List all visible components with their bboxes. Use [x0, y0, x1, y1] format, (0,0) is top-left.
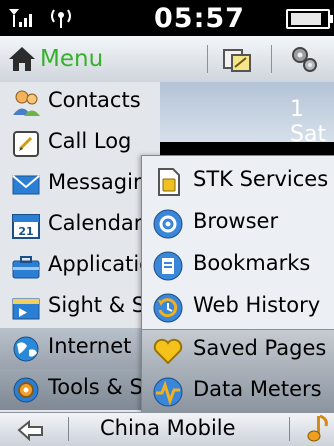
edit-icon[interactable] [222, 44, 252, 74]
menu-item-call-log[interactable]: Call Log [0, 123, 160, 164]
clock: 05:57 [154, 3, 245, 34]
menu-item-label: Tools & Settings [48, 375, 156, 399]
home-icon[interactable] [6, 44, 38, 74]
call-log-icon [13, 131, 39, 157]
submenu-item-browser[interactable]: Browser [142, 203, 334, 245]
submenu-item-label: Data Meters [193, 377, 322, 401]
data-meter-icon [153, 377, 183, 407]
antenna-icon [51, 9, 71, 28]
submenu-item-bookmarks[interactable]: Bookmarks [142, 245, 334, 287]
menu-item-label: Applications [48, 252, 156, 276]
globe-icon [13, 336, 39, 362]
media-icon [12, 298, 40, 320]
divider [289, 417, 290, 441]
music-icon[interactable] [304, 414, 330, 444]
main-menu: Contacts Call Log Messaging 21 Calendar … [0, 82, 160, 412]
menu-item-messaging[interactable]: Messaging [0, 164, 160, 205]
divider [207, 45, 208, 73]
signal-icon [9, 9, 32, 27]
date-label: 1 Sat [290, 97, 327, 147]
menu-item-contacts[interactable]: Contacts [0, 82, 160, 123]
menu-item-internet[interactable]: Internet [0, 328, 160, 369]
back-icon[interactable] [16, 417, 46, 441]
submenu-item-label: Bookmarks [193, 251, 311, 275]
submenu-item-stk-services[interactable]: STK Services [142, 161, 334, 203]
menu-item-sight-sound[interactable]: Sight & Sound [0, 287, 160, 328]
divider [68, 417, 69, 441]
calendar-icon: 21 [12, 214, 40, 239]
submenu-item-saved-pages[interactable]: Saved Pages [142, 329, 334, 373]
submenu-item-label: Saved Pages [193, 336, 327, 360]
submenu-item-label: STK Services [193, 167, 329, 191]
menu-item-label: Contacts [48, 88, 141, 112]
at-icon [153, 209, 183, 239]
menu-label[interactable]: Menu [40, 46, 103, 72]
battery-level [291, 13, 321, 25]
menu-item-label: Internet [48, 334, 132, 358]
menu-item-applications[interactable]: Applications [0, 246, 160, 287]
divider [271, 45, 272, 73]
gear-icon [13, 377, 39, 403]
submenu-item-label: Browser [193, 209, 279, 233]
menu-item-tools-settings[interactable]: Tools & Settings [0, 369, 160, 410]
internet-submenu: STK Services Browser Bookmarks Web Histo… [141, 155, 334, 413]
heart-icon [153, 338, 183, 365]
history-icon [153, 293, 183, 323]
menu-item-label: Sight & Sound [48, 293, 156, 317]
menu-item-label: Messaging [48, 170, 156, 194]
menu-item-label: Call Log [48, 129, 132, 153]
menu-item-label: Calendar [48, 211, 143, 235]
settings-icon[interactable] [289, 44, 319, 74]
sim-icon [158, 168, 180, 196]
message-icon [12, 175, 40, 195]
menu-item-calendar[interactable]: 21 Calendar [0, 205, 160, 246]
svg-text:21: 21 [18, 225, 33, 238]
submenu-item-data-meters[interactable]: Data Meters [142, 371, 334, 413]
operator-name: China Mobile [100, 416, 236, 440]
contacts-icon [13, 90, 40, 116]
bookmarks-icon [153, 251, 183, 281]
submenu-item-web-history[interactable]: Web History [142, 287, 334, 329]
battery-icon [286, 9, 333, 29]
submenu-item-label: Web History [193, 293, 321, 317]
applications-icon [12, 256, 40, 279]
